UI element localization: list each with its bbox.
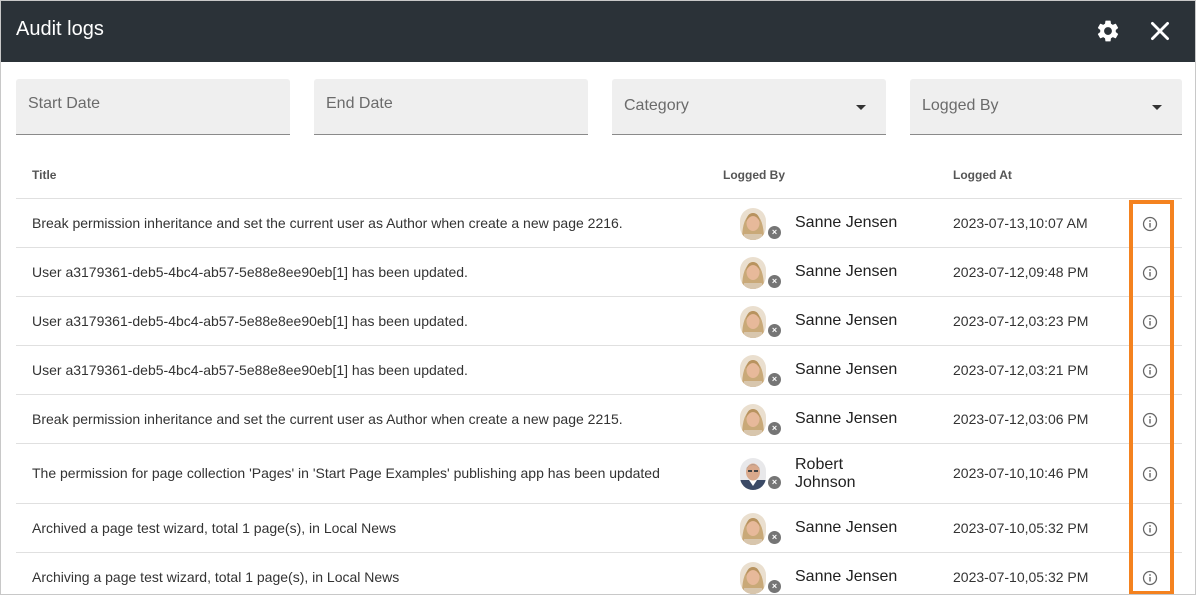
avatar xyxy=(740,305,766,338)
dropdown-caret-icon xyxy=(1152,105,1162,110)
row-title: Break permission inheritance and set the… xyxy=(32,410,623,427)
avatar xyxy=(740,207,766,240)
logged-by-placeholder: Logged By xyxy=(922,97,999,114)
gear-icon[interactable] xyxy=(1095,18,1121,44)
dialog-header: Audit logs xyxy=(1,1,1195,62)
logged-by-user: Sanne Jensen xyxy=(795,262,898,280)
user-status-icon: × xyxy=(768,476,781,489)
category-placeholder: Category xyxy=(624,97,689,114)
table-row[interactable]: Break permission inheritance and set the… xyxy=(16,199,1182,248)
info-icon[interactable] xyxy=(1142,466,1158,482)
table-row[interactable]: Archiving a page test wizard, total 1 pa… xyxy=(16,553,1182,594)
avatar xyxy=(740,403,766,436)
table-row[interactable]: The permission for page collection 'Page… xyxy=(16,444,1182,504)
logged-at: 2023-07-12,09:48 PM xyxy=(953,263,1089,280)
start-date-input[interactable] xyxy=(28,95,248,113)
table-row[interactable]: Break permission inheritance and set the… xyxy=(16,395,1182,444)
audit-logs-dialog: Audit logs Category Logged By Title Logg… xyxy=(0,0,1196,595)
user-status-icon: × xyxy=(768,530,781,544)
info-icon[interactable] xyxy=(1142,265,1158,281)
user-status-icon: × xyxy=(768,274,781,288)
logged-at: 2023-07-12,03:06 PM xyxy=(953,410,1089,427)
end-date-field[interactable] xyxy=(314,79,588,135)
info-icon[interactable] xyxy=(1142,521,1158,537)
logged-by-user: Sanne Jensen xyxy=(795,409,898,427)
row-title: User a3179361-deb5-4bc4-ab57-5e88e8ee90e… xyxy=(32,263,468,280)
column-header-logged-by[interactable]: Logged By xyxy=(723,168,785,182)
logged-at: 2023-07-13,10:07 AM xyxy=(953,214,1088,231)
info-icon[interactable] xyxy=(1142,363,1158,379)
logged-by-user: Sanne Jensen xyxy=(795,311,898,329)
table-row[interactable]: User a3179361-deb5-4bc4-ab57-5e88e8ee90e… xyxy=(16,248,1182,297)
close-icon[interactable] xyxy=(1147,18,1173,44)
user-status-icon: × xyxy=(768,323,781,337)
logged-at: 2023-07-10,05:32 PM xyxy=(953,568,1089,585)
dropdown-caret-icon xyxy=(856,105,866,110)
row-title: Break permission inheritance and set the… xyxy=(32,214,623,231)
table-row[interactable]: User a3179361-deb5-4bc4-ab57-5e88e8ee90e… xyxy=(16,297,1182,346)
logged-by-select[interactable]: Logged By xyxy=(910,79,1182,135)
logged-at: 2023-07-12,03:21 PM xyxy=(953,361,1089,378)
row-title: Archiving a page test wizard, total 1 pa… xyxy=(32,568,400,585)
user-status-icon: × xyxy=(768,225,781,239)
avatar xyxy=(740,458,766,490)
avatar xyxy=(740,256,766,289)
avatar xyxy=(740,354,766,387)
logged-by-user: Sanne Jensen xyxy=(795,360,898,378)
dialog-title: Audit logs xyxy=(16,18,104,40)
logged-by-user: Sanne Jensen xyxy=(795,518,898,536)
logged-by-user: Sanne Jensen xyxy=(795,213,898,231)
info-icon[interactable] xyxy=(1142,570,1158,586)
user-status-icon: × xyxy=(768,372,781,386)
info-icon[interactable] xyxy=(1142,412,1158,428)
end-date-input[interactable] xyxy=(326,95,546,113)
avatar xyxy=(740,512,766,545)
info-icon[interactable] xyxy=(1142,216,1158,232)
user-status-icon: × xyxy=(768,421,781,435)
table-row[interactable]: Archived a page test wizard, total 1 pag… xyxy=(16,504,1182,553)
logged-at: 2023-07-10,10:46 PM xyxy=(953,465,1089,481)
avatar xyxy=(740,561,766,594)
row-title: User a3179361-deb5-4bc4-ab57-5e88e8ee90e… xyxy=(32,361,468,378)
row-title: The permission for page collection 'Page… xyxy=(32,465,660,481)
category-select[interactable]: Category xyxy=(612,79,886,135)
info-icon[interactable] xyxy=(1142,314,1158,330)
column-header-title[interactable]: Title xyxy=(32,168,56,182)
column-header-logged-at[interactable]: Logged At xyxy=(953,168,1012,182)
row-title: Archived a page test wizard, total 1 pag… xyxy=(32,519,397,536)
row-title: User a3179361-deb5-4bc4-ab57-5e88e8ee90e… xyxy=(32,312,468,329)
table-row[interactable]: User a3179361-deb5-4bc4-ab57-5e88e8ee90e… xyxy=(16,346,1182,395)
logged-by-user: Sanne Jensen xyxy=(795,567,898,585)
start-date-field[interactable] xyxy=(16,79,290,135)
logged-at: 2023-07-12,03:23 PM xyxy=(953,312,1089,329)
logged-by-user: Robert Johnson xyxy=(795,456,856,491)
logged-at: 2023-07-10,05:32 PM xyxy=(953,519,1089,536)
user-status-icon: × xyxy=(768,579,781,593)
